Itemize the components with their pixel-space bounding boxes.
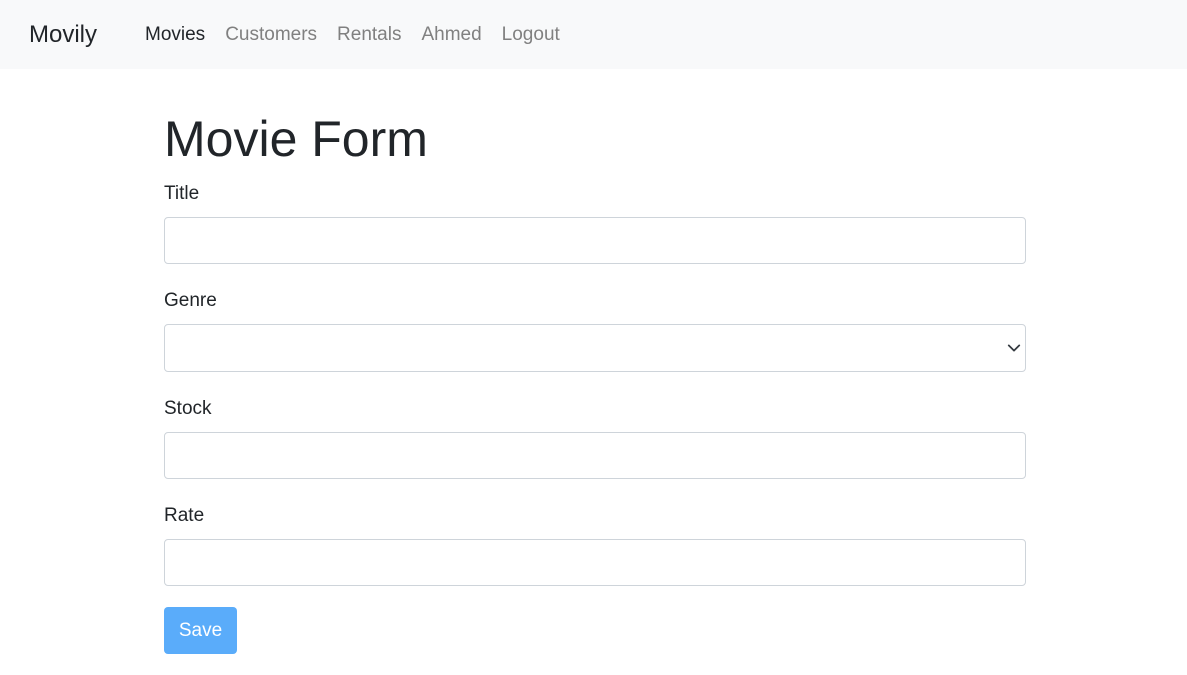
nav-link-profile[interactable]: Ahmed (421, 22, 481, 48)
nav-link-rentals[interactable]: Rentals (337, 22, 401, 48)
genre-label: Genre (164, 290, 217, 311)
brand-logo-link[interactable]: Movily (29, 20, 97, 50)
rate-input[interactable] (164, 539, 1026, 586)
nav-links: Movies Customers Rentals Ahmed Logout (145, 22, 580, 48)
rate-label: Rate (164, 505, 205, 526)
navbar: Movily Movies Customers Rentals Ahmed Lo… (0, 0, 1187, 69)
title-label: Title (164, 183, 200, 204)
stock-input[interactable] (164, 432, 1026, 479)
nav-link-movies[interactable]: Movies (145, 22, 205, 48)
page-title: Movie Form (164, 111, 428, 167)
nav-link-customers[interactable]: Customers (225, 22, 317, 48)
stock-label: Stock (164, 398, 212, 419)
save-button[interactable]: Save (164, 607, 237, 654)
nav-link-logout[interactable]: Logout (502, 22, 560, 48)
title-input[interactable] (164, 217, 1026, 264)
genre-select-wrapper (164, 324, 1026, 372)
genre-select[interactable] (164, 324, 1026, 372)
